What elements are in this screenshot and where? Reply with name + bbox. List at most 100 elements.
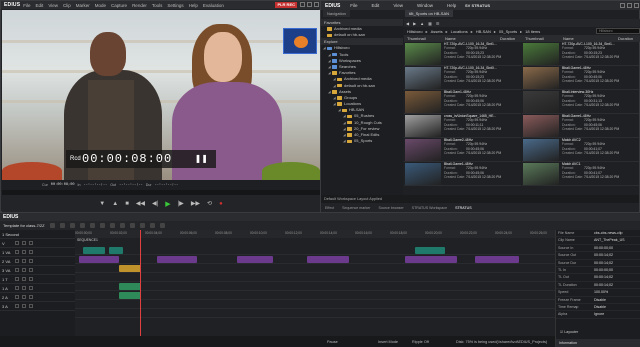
mute-icon[interactable] (29, 250, 33, 254)
menu-item[interactable]: Render (132, 3, 147, 8)
breadcrumb-item[interactable]: 05_Sports (499, 29, 517, 34)
lock-icon[interactable] (15, 277, 19, 281)
clip-thumbnail[interactable] (405, 115, 441, 137)
clip-item[interactable]: Match AVC1 Format: 720p 59.94Hz Duration: 00… (522, 162, 639, 186)
visibility-icon[interactable] (22, 304, 26, 308)
timeline-lane[interactable] (75, 264, 555, 273)
menu-item[interactable]: Marker (76, 3, 90, 8)
timeline-clip[interactable] (79, 256, 119, 263)
clip-thumbnail[interactable] (405, 91, 441, 113)
lock-icon[interactable] (15, 241, 19, 245)
timeline-clip[interactable] (237, 256, 273, 263)
rewind-icon[interactable]: ◀◀ (136, 200, 145, 207)
stop-icon[interactable]: ■ (125, 201, 129, 207)
play-icon[interactable]: ▶ (165, 200, 170, 208)
step-forward-icon[interactable]: |▶ (178, 200, 184, 207)
track-header[interactable]: 1 A (0, 284, 75, 293)
lock-icon[interactable] (15, 295, 19, 299)
clip-thumbnail[interactable] (405, 67, 441, 89)
tab-effect[interactable]: Effect (325, 206, 334, 210)
timeline-lane[interactable] (75, 255, 555, 264)
timeline-clip[interactable] (83, 247, 105, 254)
visibility-icon[interactable] (22, 286, 26, 290)
mute-icon[interactable] (29, 241, 33, 245)
copy-icon[interactable] (109, 223, 115, 228)
track-header[interactable]: 3 A (0, 302, 75, 311)
mute-icon[interactable] (29, 277, 33, 281)
layouter-checkbox[interactable]: ☑ Layouter (560, 330, 578, 334)
clip-item[interactable]: Bball-Game1-48Hz Format: 720p 59.94Hz Durat… (522, 114, 639, 138)
clip-thumbnail[interactable] (523, 163, 559, 185)
up-icon[interactable]: ▲ (420, 21, 424, 26)
mute-icon[interactable] (29, 268, 33, 272)
timeline-lane[interactable] (75, 282, 555, 291)
track-header[interactable]: 1 VA (0, 248, 75, 257)
search-input[interactable]: Hillsboro (596, 28, 640, 34)
clip-thumbnail[interactable] (523, 43, 559, 65)
menu-item[interactable]: Help (189, 3, 198, 8)
list-view-icon[interactable]: ☰ (436, 21, 440, 26)
timeline-lane[interactable] (75, 246, 555, 255)
project-name[interactable]: Template for class-7/2Z (3, 223, 45, 228)
menu-item[interactable]: File (350, 3, 357, 8)
playhead[interactable] (140, 230, 141, 336)
maximize-button[interactable] (307, 2, 312, 7)
menu-item[interactable]: Help (447, 3, 456, 8)
breadcrumb-item[interactable]: Hillsboro (407, 29, 423, 34)
ripple-icon[interactable] (139, 223, 145, 228)
loop-icon[interactable]: ⟲ (207, 200, 212, 207)
timeline-lane[interactable] (75, 273, 555, 282)
mute-icon[interactable] (29, 286, 33, 290)
menu-item[interactable]: Tools (152, 3, 163, 8)
status-insert[interactable]: Insert Mode (378, 340, 398, 344)
tree-item[interactable]: ◢ 05_Sports (321, 138, 403, 144)
breadcrumb-item[interactable]: Assets (431, 29, 443, 34)
timeline-clip[interactable] (157, 256, 197, 263)
tab-navigation[interactable]: Navigation (323, 10, 350, 17)
menu-item[interactable]: Window (417, 3, 433, 8)
save-icon[interactable] (69, 223, 75, 228)
visibility-icon[interactable] (22, 295, 26, 299)
set-in-icon[interactable]: ▼ (99, 201, 105, 207)
clip-item[interactable]: HT-720p-AVC-I-100_16-34_Sint1... Format: 7… (404, 42, 521, 66)
back-icon[interactable]: ◀ (406, 21, 409, 26)
clip-item[interactable]: HT-720p-AVC-I-100_16-34_Sint1... Format: 7… (522, 42, 639, 66)
col-thumbnail[interactable]: Thumbnail (522, 36, 560, 41)
lock-icon[interactable] (15, 268, 19, 272)
close-button[interactable] (634, 3, 639, 8)
menu-item[interactable]: Capture (111, 3, 127, 8)
clip-thumbnail[interactable] (523, 91, 559, 113)
paste-icon[interactable] (119, 223, 125, 228)
timeline-lane[interactable] (75, 291, 555, 300)
clip-item[interactable]: Bball-Interview-30Hz Format: 720p 59.94Hz D… (522, 90, 639, 114)
plr-rec-badge[interactable]: PLR REC (275, 2, 297, 8)
timeline-clip[interactable] (119, 292, 141, 299)
clip-item[interactable]: HT-720p-AVC-I-100_16-34_Sint0... Format: 7… (404, 66, 521, 90)
clip-item[interactable]: Bball-Game1-48Hz Format: 720p 59.94Hz Durat… (522, 66, 639, 90)
snap-icon[interactable] (149, 223, 155, 228)
visibility-icon[interactable] (22, 250, 26, 254)
fast-forward-icon[interactable]: ▶▶ (191, 200, 200, 207)
redo-icon[interactable] (89, 223, 95, 228)
breadcrumb-item[interactable]: HB-SAN (476, 29, 491, 34)
timeline-scale[interactable]: 1 Second (2, 232, 19, 237)
status-ripple[interactable]: Ripple Off (412, 340, 429, 344)
menu-item[interactable]: Clip (63, 3, 71, 8)
timeline-area[interactable]: 00:00:00;00 00:00:02;00 00:00:04;00 00:00:0… (75, 230, 555, 336)
menu-item[interactable]: View (48, 3, 58, 8)
col-duration[interactable]: Duration (497, 36, 522, 41)
clip-thumbnail[interactable] (523, 115, 559, 137)
mute-icon[interactable] (29, 295, 33, 299)
track-header[interactable]: 2 VA (0, 257, 75, 266)
timeline-lane[interactable] (75, 300, 555, 309)
new-sequence-icon[interactable] (49, 223, 55, 228)
timeline-clip[interactable] (415, 247, 445, 254)
lock-icon[interactable] (15, 250, 19, 254)
timeline-clip[interactable] (119, 265, 141, 272)
tab-location[interactable]: t8t_Sports on HB-SAN (405, 10, 454, 17)
clip-thumbnail[interactable] (405, 139, 441, 161)
tab-sequence-marker[interactable]: Sequence marker (342, 206, 370, 210)
recorder-preview[interactable]: Rcd 00:00:08:00 ❚❚ (2, 10, 320, 180)
clip-item[interactable]: Bball-Gam1-48Hz Format: 720p 59.94Hz Durati… (404, 90, 521, 114)
clip-thumbnail[interactable] (523, 139, 559, 161)
